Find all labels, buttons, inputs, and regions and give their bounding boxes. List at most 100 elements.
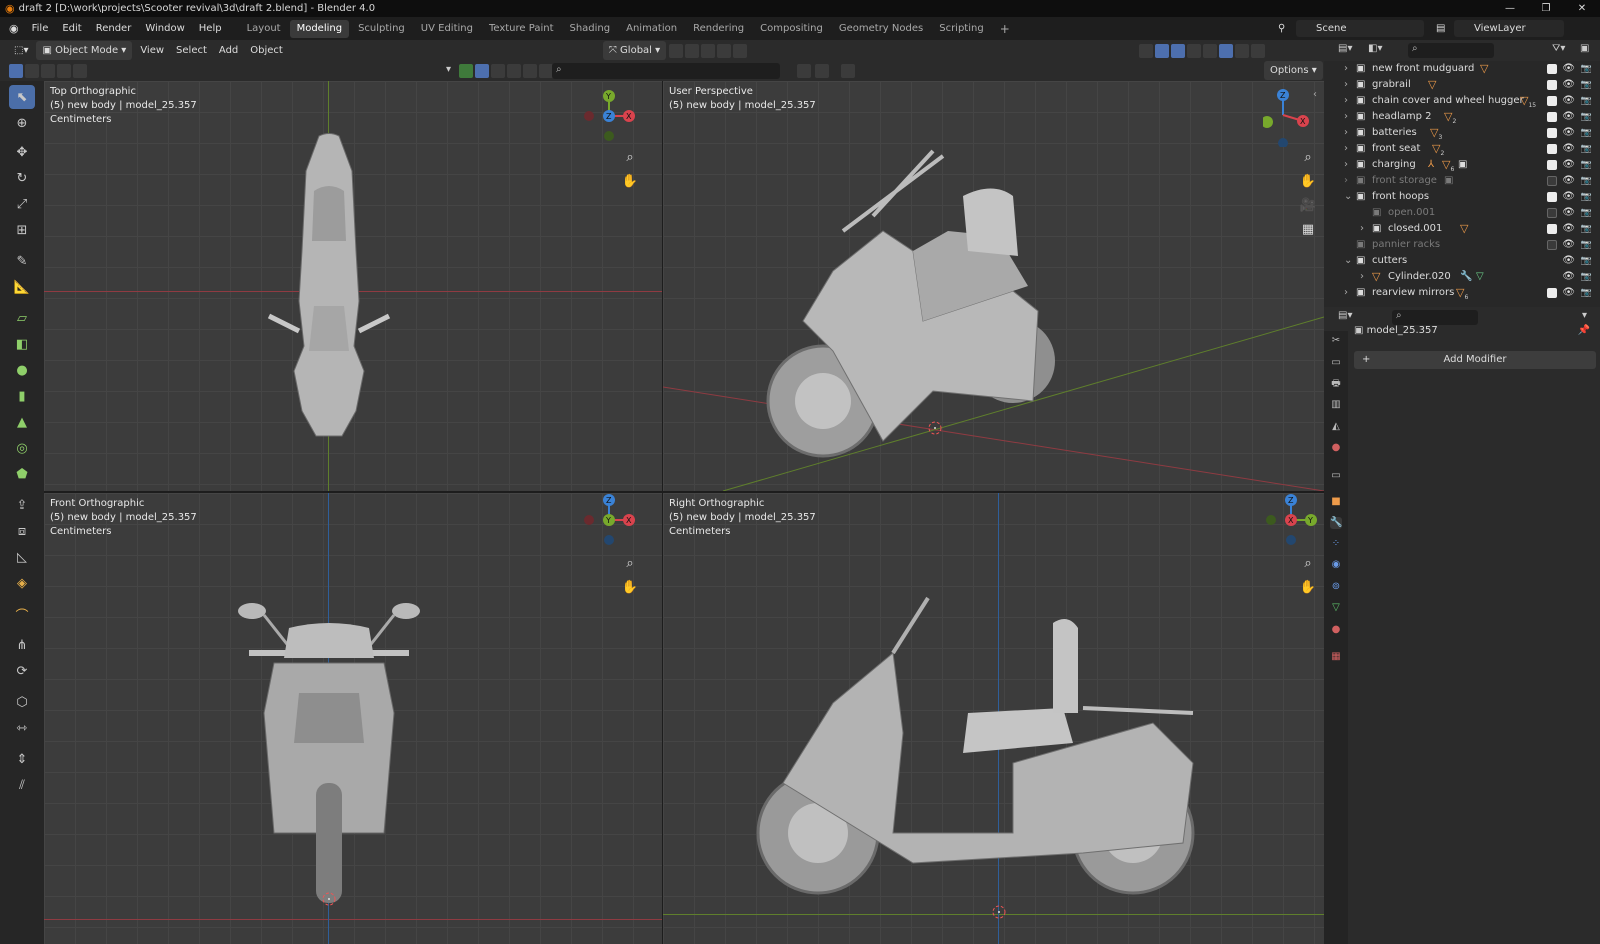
extrude-tool[interactable]: ⇪ — [9, 493, 35, 517]
filter-light-icon[interactable] — [491, 64, 505, 78]
collapse-arrow-icon[interactable]: ⌄ — [1344, 189, 1352, 205]
scale-tool[interactable]: ⤢ — [9, 192, 35, 216]
select-subtract-icon[interactable] — [41, 64, 55, 78]
render-camera-icon[interactable]: 📷 — [1581, 93, 1592, 109]
options-dropdown[interactable]: Options ▾ — [1264, 61, 1323, 80]
view-layer-selector[interactable]: ▤ ViewLayer — [1436, 20, 1564, 37]
menu-window[interactable]: Window — [138, 17, 191, 40]
properties-options-chevron-icon[interactable]: ▾ — [1582, 310, 1587, 321]
camera-view-icon[interactable]: 🎥 — [1297, 195, 1319, 217]
exclude-checkbox[interactable] — [1547, 160, 1557, 170]
exclude-checkbox[interactable] — [1547, 80, 1557, 90]
outliner-row[interactable]: › ▣ chain cover and wheel hugger ▽15 👁 📷 — [1324, 93, 1600, 109]
properties-search-input[interactable]: ⌕ — [1392, 310, 1478, 325]
outliner-row[interactable]: › ▣ rearview mirrors ▽6 👁 📷 — [1324, 285, 1600, 301]
menu-file[interactable]: File — [25, 17, 56, 40]
eye-icon[interactable]: 👁 — [1562, 157, 1575, 173]
add-cone-tool[interactable]: ▲ — [9, 410, 35, 434]
collapse-arrow-icon[interactable]: ⌄ — [1344, 253, 1352, 269]
render-camera-icon[interactable]: 📷 — [1581, 285, 1592, 301]
add-shape-tool[interactable]: ⬟ — [9, 462, 35, 486]
visibility-icon[interactable] — [1139, 43, 1154, 58]
spin-tool[interactable]: ⟳ — [9, 659, 35, 683]
zoom-icon[interactable]: ⌕ — [619, 147, 641, 169]
data-tab-icon[interactable]: ▽ — [1330, 602, 1342, 614]
outliner-row[interactable]: › ▣ front storage ▣ 👁 📷 — [1324, 173, 1600, 189]
exclude-checkbox[interactable] — [1547, 96, 1557, 106]
scene-tab-icon[interactable]: ◭ — [1330, 421, 1342, 433]
filter-object-icon[interactable] — [459, 64, 473, 78]
viewport-right[interactable]: Right Orthographic (5) new body | model_… — [663, 493, 1324, 944]
physics-tab-icon[interactable]: ◉ — [1330, 559, 1342, 571]
collapse-sidebar-icon[interactable]: ‹ — [1313, 89, 1317, 100]
render-camera-icon[interactable]: 📷 — [1581, 109, 1592, 125]
add-cube-tool[interactable]: ◧ — [9, 332, 35, 356]
loop-cut-tool[interactable]: ◈ — [9, 571, 35, 595]
filter-other-icon[interactable] — [539, 64, 553, 78]
transform-tool[interactable]: ⊞ — [9, 218, 35, 242]
expand-arrow-icon[interactable]: › — [1344, 125, 1348, 141]
wireframe-shading-icon[interactable] — [1203, 43, 1218, 58]
expand-arrow-icon[interactable]: › — [1344, 109, 1348, 125]
eye-icon[interactable]: 👁 — [1562, 253, 1575, 269]
render-camera-icon[interactable]: 📷 — [1581, 205, 1592, 221]
annotate-tool[interactable]: ✎ — [9, 249, 35, 273]
exclude-checkbox[interactable] — [1547, 192, 1557, 202]
zoom-icon[interactable]: ⌕ — [1297, 147, 1319, 169]
zoom-icon[interactable]: ⌕ — [1297, 553, 1319, 575]
expand-arrow-icon[interactable]: › — [1344, 157, 1348, 173]
outliner-row[interactable]: › ▣ closed.001 ▽ 👁 📷 — [1324, 221, 1600, 237]
inset-tool[interactable]: ⧈ — [9, 519, 35, 543]
filter-mesh-icon[interactable] — [475, 64, 489, 78]
view-layer-tab-icon[interactable]: ▥ — [1330, 399, 1342, 411]
mode-dropdown[interactable]: ▣ Object Mode ▾ — [36, 41, 133, 60]
select-box-tool[interactable]: ⬉ — [9, 85, 35, 109]
navigation-gizmo[interactable]: Z Y X — [1260, 493, 1320, 553]
object-menu[interactable]: Object — [244, 41, 289, 60]
rotate-tool[interactable]: ↻ — [9, 166, 35, 190]
bevel-tool[interactable]: ◺ — [9, 545, 35, 569]
eye-icon[interactable]: 👁 — [1562, 141, 1575, 157]
add-menu[interactable]: Add — [213, 41, 244, 60]
transform-orientation-dropdown[interactable]: ⤧ Global ▾ — [602, 41, 667, 60]
display-mode-icon[interactable]: ◧▾ — [1368, 43, 1382, 54]
editor-type-icon[interactable]: ⬚▾ — [8, 41, 34, 60]
material-shading-icon[interactable] — [1235, 43, 1250, 58]
navigation-gizmo[interactable]: Z X Y — [578, 493, 638, 553]
eye-icon[interactable]: 👁 — [1562, 93, 1575, 109]
filter-camera-icon[interactable] — [507, 64, 521, 78]
collection-tab-icon[interactable]: ▭ — [1330, 470, 1342, 482]
menu-render[interactable]: Render — [89, 17, 139, 40]
render-camera-icon[interactable]: 📷 — [1581, 125, 1592, 141]
eye-icon[interactable]: 👁 — [1562, 237, 1575, 253]
expand-arrow-icon[interactable]: › — [1344, 77, 1348, 93]
render-camera-icon[interactable]: 📷 — [1581, 157, 1592, 173]
outliner-row[interactable]: ▣ pannier racks 👁 📷 — [1324, 237, 1600, 253]
expand-arrow-icon[interactable]: › — [1344, 61, 1348, 77]
proportional-edit-icon[interactable] — [717, 43, 732, 58]
outliner-row[interactable]: ⌄ ▣ cutters 👁 📷 — [1324, 253, 1600, 269]
gizmo-toggle-icon[interactable] — [1155, 43, 1170, 58]
viewport-front[interactable]: Front Orthographic (5) new body | model_… — [44, 493, 662, 944]
exclude-checkbox[interactable] — [1547, 240, 1557, 250]
constraints-tab-icon[interactable]: ⊚ — [1330, 581, 1342, 593]
add-workspace-icon[interactable]: + — [993, 20, 1017, 38]
modifier-tab-icon[interactable]: 🔧 — [1330, 517, 1342, 529]
exclude-checkbox[interactable] — [1547, 144, 1557, 154]
solid-shading-icon[interactable] — [1219, 43, 1234, 58]
overlay-toggle-icon[interactable] — [1171, 43, 1186, 58]
render-camera-icon[interactable]: 📷 — [1581, 173, 1592, 189]
tab-sculpting[interactable]: Sculpting — [351, 20, 412, 38]
exclude-checkbox[interactable] — [1547, 288, 1557, 298]
outliner-row[interactable]: ⌄ ▣ front hoops 👁 📷 — [1324, 189, 1600, 205]
edge-slide-tool[interactable]: ⇿ — [9, 716, 35, 740]
add-modifier-button[interactable]: + Add Modifier — [1354, 351, 1596, 369]
tab-scripting[interactable]: Scripting — [932, 20, 990, 38]
tool-tab-icon[interactable]: ✂ — [1330, 335, 1342, 347]
outliner-row[interactable]: › ▣ charging ⅄ ▽6 ▣ 👁 📷 — [1324, 157, 1600, 173]
maximize-button[interactable]: ❐ — [1528, 0, 1564, 17]
eye-icon[interactable]: 👁 — [1562, 205, 1575, 221]
tab-animation[interactable]: Animation — [619, 20, 684, 38]
expand-arrow-icon[interactable]: › — [1344, 141, 1348, 157]
close-button[interactable]: ✕ — [1564, 0, 1600, 17]
